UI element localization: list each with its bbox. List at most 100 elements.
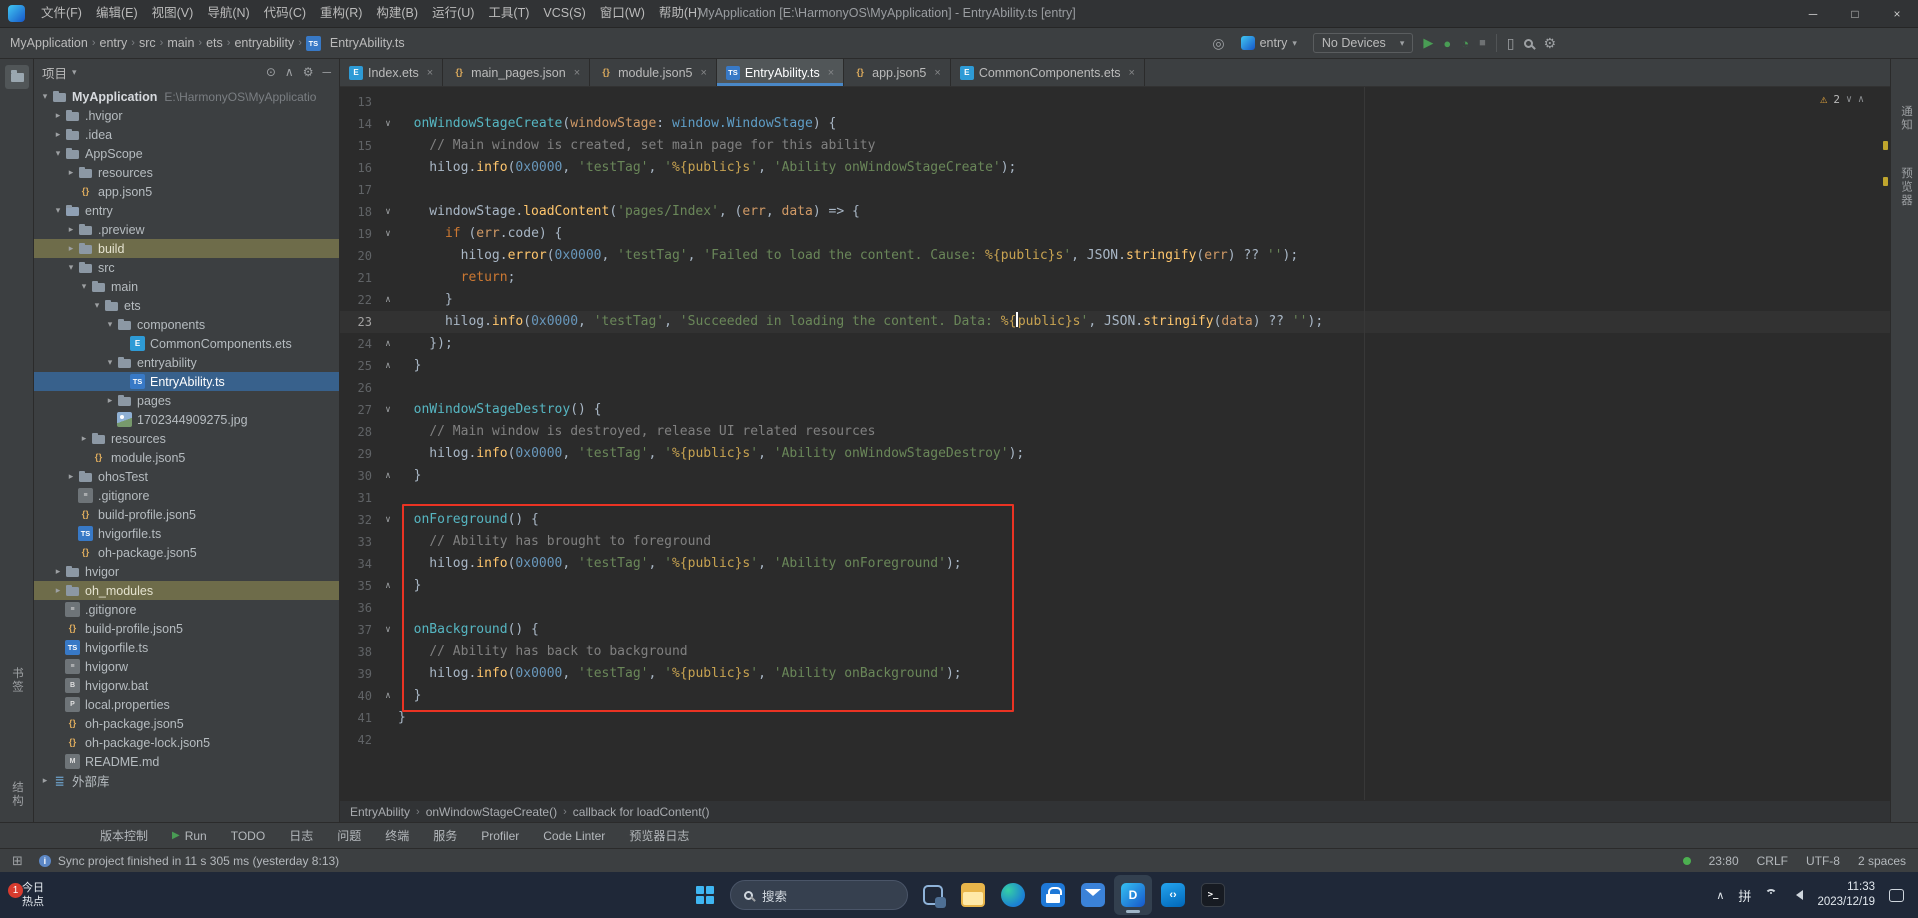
tree-row-build[interactable]: ▸ build	[34, 239, 339, 258]
tab-close-icon[interactable]: ×	[700, 67, 706, 79]
taskbar-app-edge[interactable]	[994, 875, 1032, 915]
code-line-14[interactable]: 14 ∨ onWindowStageCreate(windowStage: win…	[340, 113, 1890, 135]
tool-window-button-Code Linter[interactable]: Code Linter	[543, 829, 605, 843]
menu-item-0[interactable]: 文件(F)	[34, 0, 89, 27]
fold-marker-icon[interactable]: ∧	[378, 575, 398, 597]
tree-row-resources[interactable]: ▸ resources	[34, 163, 339, 182]
tree-chevron-icon[interactable]: ▸	[51, 585, 65, 596]
tree-row-.idea[interactable]: ▸ .idea	[34, 125, 339, 144]
warning-stripe-mark[interactable]	[1883, 177, 1888, 186]
editor-tab-main_pages.json[interactable]: {} main_pages.json ×	[443, 59, 591, 86]
editor-breadcrumb-item[interactable]: onWindowStageCreate()	[426, 805, 557, 819]
tree-row-build-profile.json5[interactable]: {} build-profile.json5	[34, 619, 339, 638]
tree-row-ets[interactable]: ▾ ets	[34, 296, 339, 315]
code-line-42[interactable]: 42	[340, 729, 1890, 751]
tab-close-icon[interactable]: ×	[934, 67, 940, 79]
fold-marker-icon[interactable]: ∨	[378, 619, 398, 641]
caret-position[interactable]: 23:80	[1709, 854, 1739, 868]
code-line-29[interactable]: 29 hilog.info(0x0000, 'testTag', '%{publ…	[340, 443, 1890, 465]
taskbar-app-terminal[interactable]: >_	[1194, 875, 1232, 915]
code-line-22[interactable]: 22 ∧ }	[340, 289, 1890, 311]
tree-chevron-icon[interactable]: ▸	[77, 433, 91, 444]
tree-row-外部库[interactable]: ▸ ≣ 外部库	[34, 771, 339, 790]
status-message[interactable]: Sync project finished in 11 s 305 ms (ye…	[58, 854, 339, 868]
tree-row-module.json5[interactable]: {} module.json5	[34, 448, 339, 467]
editor-tab-EntryAbility.ts[interactable]: TS EntryAbility.ts ×	[716, 59, 845, 86]
code-line-37[interactable]: 37 ∨ onBackground() {	[340, 619, 1890, 641]
device-manager-icon[interactable]: ▯	[1507, 35, 1515, 52]
tree-chevron-icon[interactable]: ▸	[64, 471, 78, 482]
wifi-icon[interactable]	[1765, 889, 1778, 901]
taskbar-app-mail[interactable]	[1074, 875, 1112, 915]
code-line-30[interactable]: 30 ∧ }	[340, 465, 1890, 487]
tool-window-button-Profiler[interactable]: Profiler	[481, 829, 519, 843]
tree-chevron-icon[interactable]: ▾	[103, 319, 117, 330]
code-line-38[interactable]: 38 // Ability has back to background	[340, 641, 1890, 663]
fold-marker-icon[interactable]: ∨	[378, 399, 398, 421]
tray-overflow-icon[interactable]: ∧	[1716, 889, 1724, 902]
next-warning-icon[interactable]: ∨	[1846, 94, 1852, 105]
tree-row-README.md[interactable]: M README.md	[34, 752, 339, 771]
tree-row-EntryAbility.ts[interactable]: TS EntryAbility.ts	[34, 372, 339, 391]
tool-window-stripe-通知[interactable]: 通知	[1898, 105, 1914, 132]
code-editor[interactable]: 13 14 ∨ onWindowStageCreate(windowStage: w…	[340, 87, 1890, 800]
fold-marker-icon[interactable]: ∨	[378, 223, 398, 245]
fold-marker-icon[interactable]: ∧	[378, 355, 398, 377]
menu-item-1[interactable]: 编辑(E)	[89, 0, 145, 27]
tree-row-pages[interactable]: ▸ pages	[34, 391, 339, 410]
code-line-35[interactable]: 35 ∧ }	[340, 575, 1890, 597]
tree-row-components[interactable]: ▾ components	[34, 315, 339, 334]
collapse-all-icon[interactable]: ∧	[285, 65, 294, 79]
breadcrumb-item[interactable]: main	[167, 36, 194, 50]
menu-item-4[interactable]: 代码(C)	[257, 0, 313, 27]
code-line-40[interactable]: 40 ∧ }	[340, 685, 1890, 707]
tab-close-icon[interactable]: ×	[1129, 67, 1135, 79]
menu-item-8[interactable]: 工具(T)	[481, 0, 536, 27]
tree-row-hvigor[interactable]: ▸ hvigor	[34, 562, 339, 581]
tool-window-button-服务[interactable]: 服务	[433, 827, 457, 844]
code-line-26[interactable]: 26	[340, 377, 1890, 399]
tree-row-oh_modules[interactable]: ▸ oh_modules	[34, 581, 339, 600]
menu-item-2[interactable]: 视图(V)	[145, 0, 201, 27]
code-line-23[interactable]: 23 hilog.info(0x0000, 'testTag', 'Succee…	[340, 311, 1890, 333]
tool-window-button-问题[interactable]: 问题	[337, 827, 361, 844]
editor-tab-Index.ets[interactable]: E Index.ets ×	[340, 59, 444, 86]
fold-marker-icon[interactable]: ∧	[378, 465, 398, 487]
menu-item-3[interactable]: 导航(N)	[200, 0, 256, 27]
code-line-39[interactable]: 39 hilog.info(0x0000, 'testTag', '%{publ…	[340, 663, 1890, 685]
code-line-18[interactable]: 18 ∨ windowStage.loadContent('pages/Index…	[340, 201, 1890, 223]
line-separator[interactable]: CRLF	[1757, 854, 1788, 868]
chevron-down-icon[interactable]: ▾	[72, 67, 77, 78]
menu-item-9[interactable]: VCS(S)	[536, 0, 592, 27]
taskbar-app-task[interactable]	[914, 875, 952, 915]
tree-chevron-icon[interactable]: ▾	[64, 262, 78, 273]
ime-indicator[interactable]: 拼	[1738, 886, 1751, 905]
tool-window-button-终端[interactable]: 终端	[385, 827, 409, 844]
code-line-25[interactable]: 25 ∧ }	[340, 355, 1890, 377]
tree-row-.hvigor[interactable]: ▸ .hvigor	[34, 106, 339, 125]
code-line-31[interactable]: 31	[340, 487, 1890, 509]
fold-marker-icon[interactable]: ∧	[378, 685, 398, 707]
tree-chevron-icon[interactable]: ▾	[90, 300, 104, 311]
code-line-24[interactable]: 24 ∧ });	[340, 333, 1890, 355]
tree-chevron-icon[interactable]: ▸	[51, 566, 65, 577]
menu-item-6[interactable]: 构建(B)	[369, 0, 425, 27]
tool-window-grid-icon[interactable]: ⊞	[12, 853, 23, 869]
tree-row-.gitignore[interactable]: ≡ .gitignore	[34, 600, 339, 619]
tree-chevron-icon[interactable]: ▸	[64, 243, 78, 254]
module-chooser[interactable]: entry ▾	[1235, 34, 1303, 52]
tool-window-button-日志[interactable]: 日志	[289, 827, 313, 844]
tree-chevron-icon[interactable]: ▾	[51, 205, 65, 216]
tree-chevron-icon[interactable]: ▸	[103, 395, 117, 406]
prev-warning-icon[interactable]: ∧	[1858, 94, 1864, 105]
preview-eye-icon[interactable]: ◎	[1212, 35, 1224, 52]
tab-close-icon[interactable]: ×	[574, 67, 580, 79]
file-encoding[interactable]: UTF-8	[1806, 854, 1840, 868]
code-line-34[interactable]: 34 hilog.info(0x0000, 'testTag', '%{publ…	[340, 553, 1890, 575]
tree-row-src[interactable]: ▾ src	[34, 258, 339, 277]
tree-row-.preview[interactable]: ▸ .preview	[34, 220, 339, 239]
tree-chevron-icon[interactable]: ▾	[51, 148, 65, 159]
tree-chevron-icon[interactable]: ▸	[64, 167, 78, 178]
tree-row-main[interactable]: ▾ main	[34, 277, 339, 296]
tool-window-button-版本控制[interactable]: 版本控制	[100, 827, 148, 844]
